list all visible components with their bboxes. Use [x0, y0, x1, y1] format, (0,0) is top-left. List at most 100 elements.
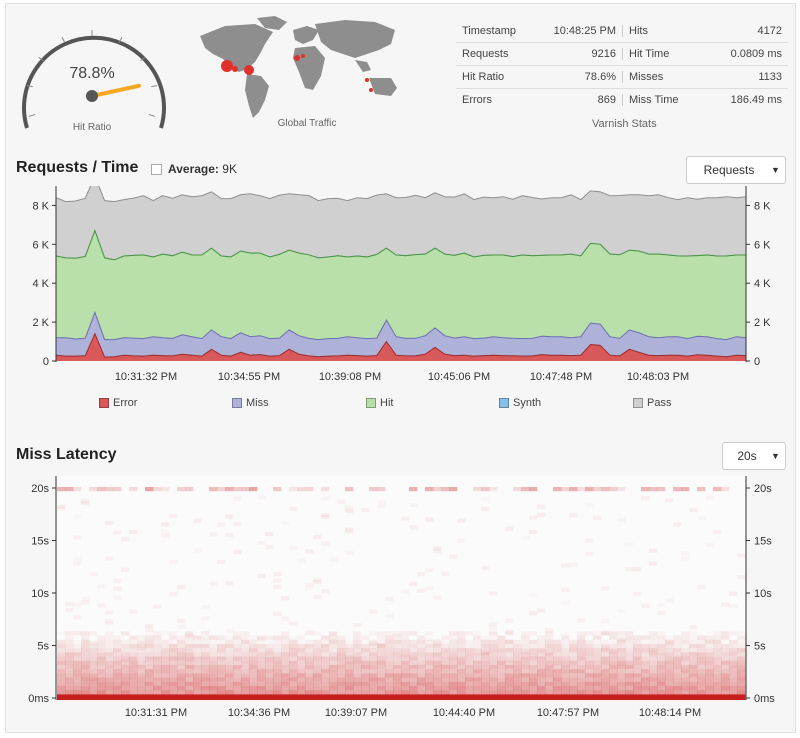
heat-cell [353, 652, 362, 657]
heat-cell [233, 635, 242, 640]
heat-cell [385, 677, 394, 682]
legend-item-pass[interactable]: Pass [633, 397, 671, 409]
heat-cell [425, 660, 434, 665]
heat-cell [473, 631, 481, 635]
heat-cell [57, 685, 66, 691]
heat-cell [265, 635, 274, 640]
heat-cell [361, 677, 370, 682]
heat-cell [481, 673, 490, 678]
heat-cell [289, 643, 298, 649]
heat-cell [289, 677, 298, 682]
y-tick-label: 15s [31, 536, 49, 548]
heat-cell [457, 690, 466, 695]
average-checkbox[interactable] [151, 164, 162, 175]
heat-cell [697, 677, 706, 682]
heat-cell [249, 635, 258, 640]
heat-cell [185, 648, 194, 653]
heat-cell [393, 690, 402, 695]
heat-cell [161, 681, 170, 686]
heat-cell [105, 685, 114, 691]
heat-cell [241, 669, 250, 674]
heat-cell [417, 677, 426, 682]
heat-cell [281, 660, 290, 665]
heat-cell [689, 690, 698, 695]
heat-cell [105, 639, 114, 644]
legend-item-error[interactable]: Error [99, 397, 137, 409]
heat-cell [601, 690, 610, 695]
heat-cell [305, 643, 314, 649]
latency-range-select[interactable]: 20s ▼ [722, 442, 786, 470]
heat-cell [377, 677, 386, 682]
heat-cell [497, 656, 506, 661]
heat-cell [209, 677, 218, 682]
heat-cell [241, 631, 250, 636]
legend-item-miss[interactable]: Miss [232, 397, 269, 409]
heat-cell [601, 639, 610, 644]
legend-item-hit[interactable]: Hit [366, 397, 393, 409]
heat-cell [561, 685, 570, 691]
legend-item-synth[interactable]: Synth [499, 397, 541, 409]
heat-cell [625, 648, 634, 653]
heat-cell [465, 656, 474, 661]
requests-chart: 0 02 K2 K4 K4 K6 K6 K8 K8 K 10:31:32 PM 10… [32, 186, 771, 383]
heat-cell [249, 669, 258, 674]
heat-cell [561, 487, 570, 492]
heat-cell [449, 554, 458, 559]
heat-cell [281, 681, 290, 686]
heat-cell [505, 673, 514, 678]
heat-cell [497, 660, 506, 665]
heat-cell [529, 673, 538, 678]
heat-cell [697, 681, 706, 686]
heat-cell [249, 487, 258, 492]
heat-cell [577, 673, 586, 678]
heat-cell [601, 669, 610, 674]
heat-cell [81, 673, 90, 678]
heat-cell [737, 656, 746, 661]
heat-cell [145, 628, 154, 633]
heat-cell [217, 652, 226, 657]
heat-cell [401, 516, 410, 521]
heat-cell [561, 664, 570, 670]
heat-cell [529, 648, 538, 653]
heat-cell [153, 635, 162, 640]
heat-cell [409, 685, 418, 691]
heat-cell [457, 648, 466, 653]
heat-cell [281, 652, 290, 657]
heat-cell [393, 673, 402, 678]
heat-cell [265, 677, 274, 682]
heat-cell [369, 660, 378, 665]
heat-cell [545, 685, 554, 691]
y-tick-label: 0ms [28, 693, 49, 705]
requests-metric-select[interactable]: Requests ▼ [686, 156, 786, 184]
heat-cell [137, 681, 146, 686]
heat-cell [673, 522, 682, 527]
heat-cell [529, 639, 538, 644]
stats-value: 10:48:25 PM [553, 25, 616, 37]
heat-cell [449, 694, 458, 700]
heat-cell [193, 685, 202, 691]
heat-cell [729, 677, 738, 682]
heat-cell [89, 631, 98, 636]
heat-cell [561, 673, 570, 678]
heat-cell [489, 685, 498, 691]
heat-cell [553, 685, 562, 691]
heat-cell [361, 635, 370, 640]
heat-cell [465, 648, 474, 653]
heat-cell [145, 673, 154, 678]
heat-cell [585, 694, 594, 700]
heat-cell [497, 677, 506, 682]
heat-cell [65, 673, 74, 678]
heat-cell [665, 677, 674, 682]
heat-cell [177, 669, 186, 674]
heat-cell [449, 664, 458, 670]
heat-cell [97, 669, 106, 674]
heat-cell [617, 652, 625, 656]
heat-cell [169, 685, 178, 691]
heat-cell [265, 681, 274, 686]
heat-cell [553, 661, 561, 665]
heat-cell [441, 656, 450, 661]
heat-cell [593, 487, 602, 492]
heat-cell [649, 681, 658, 686]
heat-cell [601, 656, 610, 661]
heat-cell [721, 690, 730, 695]
